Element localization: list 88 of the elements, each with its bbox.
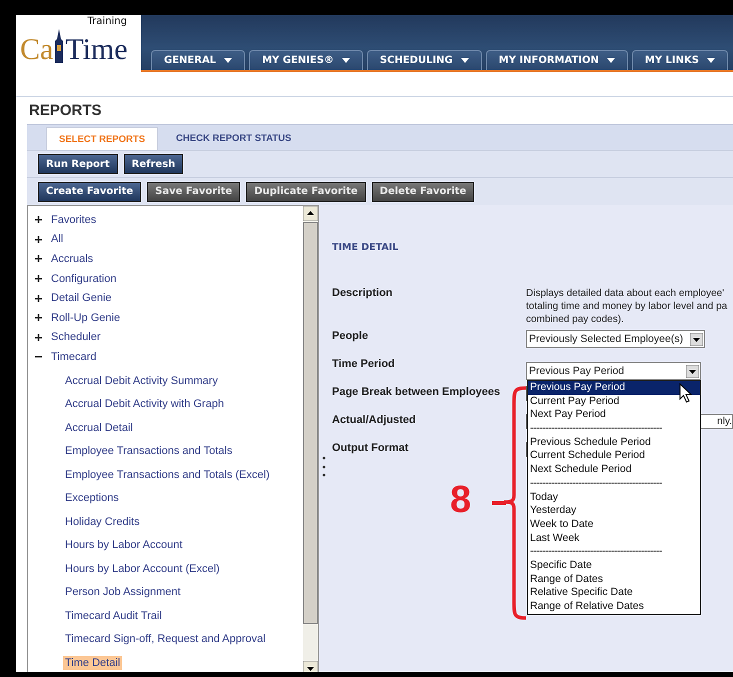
expand-icon[interactable] <box>35 294 42 302</box>
tower-icon <box>53 29 66 63</box>
dropdown-option[interactable]: Last Week <box>528 532 700 546</box>
report-link[interactable]: Hours by Labor Account <box>63 538 184 552</box>
dropdown-option[interactable]: Week to Date <box>528 518 700 532</box>
separator-text: -------------------------------------------- <box>529 545 663 559</box>
annotation-number: 8 <box>450 481 472 519</box>
report-link[interactable]: Timecard Sign-off, Request and Approval <box>63 632 268 646</box>
dropdown-field[interactable]: Previous Pay Period <box>526 362 701 380</box>
separator-text: -------------------------------------------- <box>529 422 663 436</box>
expand-icon[interactable] <box>35 334 42 341</box>
page-title: REPORTS <box>28 101 103 121</box>
report-link[interactable]: Timecard Audit Trail <box>63 608 164 622</box>
report-link[interactable]: Holiday Credits <box>63 514 142 528</box>
dropdown-option[interactable]: Today <box>528 490 700 504</box>
scroll-down-icon[interactable] <box>303 661 318 672</box>
expand-icon[interactable] <box>35 314 42 322</box>
dropdown-option[interactable]: Relative Specific Date <box>528 586 700 600</box>
toolbar-button[interactable]: Run Report <box>38 154 118 174</box>
report-link[interactable]: Time Detail <box>63 656 122 670</box>
expand-icon[interactable] <box>35 275 42 282</box>
toolbar-button[interactable]: Delete Favorite <box>372 182 474 202</box>
report-heading: TIME DETAIL <box>332 242 400 255</box>
tree-item[interactable]: All <box>51 233 64 246</box>
expand-icon[interactable] <box>35 216 42 224</box>
caret-icon <box>606 58 615 63</box>
dropdown-option[interactable]: Specific Date <box>528 558 700 573</box>
scroll-up-icon[interactable] <box>303 206 318 221</box>
description-text: Displays detailed data about each employee' <box>526 287 726 300</box>
tree-item[interactable]: Roll-Up Genie <box>51 312 120 324</box>
splitter-handle-icon[interactable] <box>322 455 326 479</box>
dropdown-option[interactable]: Previous Schedule Period <box>528 436 700 450</box>
dropdown-option[interactable]: Range of Dates <box>528 572 700 586</box>
caret-icon <box>460 58 469 63</box>
dropdown-option[interactable]: Next Schedule Period <box>528 463 700 477</box>
field-label: Time Period <box>332 358 396 372</box>
tree-item[interactable]: Detail Genie <box>51 292 112 304</box>
mouse-pointer-icon <box>679 383 693 403</box>
nav-menu-tab[interactable]: GENERAL <box>151 50 246 70</box>
dropdown-option[interactable]: Current Schedule Period <box>528 449 700 464</box>
report-link[interactable]: Employee Transactions and Totals <box>63 444 234 458</box>
collapse-icon[interactable] <box>35 353 42 360</box>
tab[interactable]: CHECK REPORT STATUS <box>164 127 304 150</box>
tree-item[interactable]: Configuration <box>51 272 116 285</box>
tree-item[interactable]: Timecard <box>51 350 96 363</box>
tree-item[interactable]: Favorites <box>51 214 96 226</box>
report-link[interactable]: Accrual Detail <box>63 420 135 434</box>
report-link[interactable]: Exceptions <box>63 491 121 505</box>
logo-tag: Training <box>88 16 127 27</box>
report-link[interactable]: Accrual Debit Activity Summary <box>63 374 220 388</box>
caret-icon <box>342 58 350 63</box>
expand-icon[interactable] <box>35 255 42 262</box>
tree-item[interactable]: Accruals <box>51 252 94 265</box>
dropdown-field[interactable]: Previously Selected Employee(s) <box>526 330 705 348</box>
field-label: Description <box>332 287 394 301</box>
report-link[interactable]: Person Job Assignment <box>63 585 183 599</box>
toolbar-button[interactable]: Duplicate Favorite <box>246 182 366 202</box>
toolbar-button[interactable]: Refresh <box>124 154 184 174</box>
dropdown-option[interactable]: Current Pay Period <box>528 394 700 408</box>
caret-icon <box>224 58 232 63</box>
field-label: People <box>332 330 370 344</box>
field-label: Output Format <box>332 442 410 456</box>
report-link[interactable]: Hours by Labor Account (Excel) <box>63 562 222 576</box>
description-text: totaling time and money by labor level and pa <box>526 300 728 313</box>
description-text: combined pay codes). <box>526 313 625 326</box>
field-label: Actual/Adjusted <box>332 414 417 428</box>
tree-item[interactable]: Scheduler <box>51 331 101 344</box>
dropdown-option[interactable]: Yesterday <box>528 504 700 518</box>
report-link[interactable]: Accrual Debit Activity with Graph <box>63 397 226 411</box>
caret-icon <box>706 58 715 63</box>
report-link[interactable]: Employee Transactions and Totals (Excel) <box>63 468 272 482</box>
toolbar-button[interactable]: Save Favorite <box>147 182 240 202</box>
dropdown-arrow-icon <box>686 364 699 378</box>
scrollbar[interactable] <box>303 206 318 672</box>
nav-menu-tab[interactable]: MY GENIES® <box>249 50 363 70</box>
logo-text: Time <box>65 35 128 65</box>
nav-menu-tab[interactable]: MY INFORMATION <box>486 50 628 70</box>
expand-icon[interactable] <box>35 236 42 243</box>
toolbar-button[interactable]: Create Favorite <box>38 182 142 202</box>
dropdown-option[interactable]: Next Pay Period <box>528 408 700 422</box>
separator-text: -------------------------------------------- <box>529 476 663 490</box>
dropdown-option[interactable]: Range of Relative Dates <box>528 600 700 614</box>
logo-text: Ca <box>20 35 54 65</box>
nav-menu-tab[interactable]: MY LINKS <box>632 50 728 70</box>
nav-menu-tab[interactable]: SCHEDULING <box>366 50 482 70</box>
dropdown-arrow-icon <box>690 332 703 346</box>
field-label: Page Break between Employees <box>332 386 502 400</box>
dropdown-option[interactable]: Previous Pay Period <box>528 381 700 395</box>
